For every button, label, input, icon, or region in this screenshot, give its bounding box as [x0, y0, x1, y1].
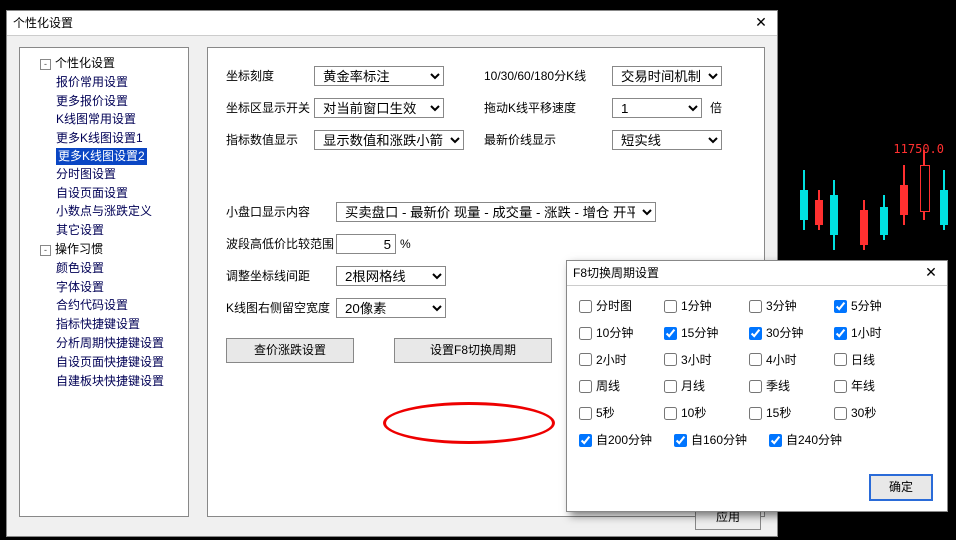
period-grid: 分时图1分钟3分钟5分钟 10分钟15分钟30分钟1小时 2小时3小时4小时日线周线…: [567, 286, 947, 449]
select-drag[interactable]: 1: [612, 98, 702, 118]
period-checkbox[interactable]: 5分钟: [834, 298, 919, 315]
f8-dialog: F8切换周期设置 ✕ 分时图1分钟3分钟5分钟 10分钟15分钟30分钟1小时 2小…: [566, 260, 948, 512]
tree-item[interactable]: 分时图设置: [56, 165, 184, 184]
label-tzzb: 调整坐标线间距: [226, 268, 336, 285]
tree-item[interactable]: 指标快捷键设置: [56, 315, 184, 334]
period-checkbox[interactable]: 年线: [834, 378, 919, 395]
label-xpkxs: 小盘口显示内容: [226, 204, 336, 221]
select-tzzb[interactable]: 2根网格线: [336, 266, 446, 286]
period-checkbox[interactable]: 4小时: [749, 352, 834, 369]
label-drag: 拖动K线平移速度: [484, 100, 612, 117]
btn-ok[interactable]: 确定: [869, 474, 933, 501]
select-1030[interactable]: 交易时间机制: [612, 66, 722, 86]
period-checkbox[interactable]: 季线: [749, 378, 834, 395]
period-checkbox[interactable]: 10分钟: [579, 325, 664, 342]
tree-item[interactable]: 自设页面设置: [56, 184, 184, 203]
label-zbqxkkg: 坐标区显示开关: [226, 100, 314, 117]
select-xpkxs[interactable]: 买卖盘口 - 最新价 现量 - 成交量 - 涨跌 - 增仓 开平: [336, 202, 656, 222]
tree-item[interactable]: 更多K线图设置1: [56, 129, 184, 148]
select-kxylk[interactable]: 20像素: [336, 298, 446, 318]
f8-title: F8切换周期设置: [573, 265, 659, 282]
label-pct: %: [400, 236, 411, 253]
select-zbszxs[interactable]: 显示数值和涨跌小箭头: [314, 130, 464, 150]
dialog-title: 个性化设置: [13, 15, 73, 32]
label-bdgd: 波段高低价比较范围: [226, 236, 336, 253]
nav-tree: -个性化设置报价常用设置更多报价设置K线图常用设置更多K线图设置1更多K线图设置…: [19, 47, 189, 517]
tree-item[interactable]: 字体设置: [56, 278, 184, 297]
highlight-ring: [383, 402, 555, 444]
price-label: 11750.0: [893, 142, 944, 156]
period-checkbox[interactable]: 30分钟: [749, 325, 834, 342]
tree-item[interactable]: 小数点与涨跌定义: [56, 202, 184, 221]
period-checkbox[interactable]: 自240分钟: [769, 432, 864, 449]
label-bei: 倍: [710, 100, 722, 117]
period-checkbox[interactable]: 10秒: [664, 405, 749, 422]
period-checkbox[interactable]: 自200分钟: [579, 432, 674, 449]
titlebar: 个性化设置 ✕: [7, 11, 777, 36]
close-icon[interactable]: ✕: [751, 13, 771, 33]
period-checkbox[interactable]: 月线: [664, 378, 749, 395]
tree-item[interactable]: 自设页面快捷键设置: [56, 353, 184, 372]
btn-cjzd[interactable]: 查价涨跌设置: [226, 338, 354, 363]
period-checkbox[interactable]: 2小时: [579, 352, 664, 369]
close-icon[interactable]: ✕: [921, 263, 941, 283]
select-zbqxkkg[interactable]: 对当前窗口生效: [314, 98, 444, 118]
tree-item[interactable]: 合约代码设置: [56, 296, 184, 315]
period-checkbox[interactable]: 分时图: [579, 298, 664, 315]
period-checkbox[interactable]: 1小时: [834, 325, 919, 342]
tree-item[interactable]: 颜色设置: [56, 259, 184, 278]
tree-item[interactable]: 报价常用设置: [56, 73, 184, 92]
tree-root-2[interactable]: -操作习惯: [40, 240, 184, 259]
label-zbszxs: 指标数值显示: [226, 132, 314, 149]
select-zbkd[interactable]: 黄金率标注: [314, 66, 444, 86]
tree-root-1[interactable]: -个性化设置: [40, 54, 184, 73]
period-checkbox[interactable]: 3分钟: [749, 298, 834, 315]
btn-f8[interactable]: 设置F8切换周期: [394, 338, 552, 363]
tree-item[interactable]: 更多报价设置: [56, 92, 184, 111]
tree-item[interactable]: 其它设置: [56, 221, 184, 240]
period-checkbox[interactable]: 3小时: [664, 352, 749, 369]
label-last: 最新价线显示: [484, 132, 612, 149]
period-checkbox[interactable]: 自160分钟: [674, 432, 769, 449]
period-checkbox[interactable]: 5秒: [579, 405, 664, 422]
period-checkbox[interactable]: 15分钟: [664, 325, 749, 342]
label-kxylk: K线图右侧留空宽度: [226, 300, 336, 317]
select-last[interactable]: 短实线: [612, 130, 722, 150]
label-1030: 10/30/60/180分K线: [484, 68, 612, 85]
tree-item[interactable]: 更多K线图设置2: [56, 148, 147, 165]
tree-item[interactable]: 分析周期快捷键设置: [56, 334, 184, 353]
tree-item[interactable]: K线图常用设置: [56, 110, 184, 129]
period-checkbox[interactable]: 30秒: [834, 405, 919, 422]
period-checkbox[interactable]: 周线: [579, 378, 664, 395]
label-zbkd: 坐标刻度: [226, 68, 314, 85]
period-checkbox[interactable]: 日线: [834, 352, 919, 369]
tree-item[interactable]: 自建板块快捷键设置: [56, 372, 184, 391]
f8-titlebar: F8切换周期设置 ✕: [567, 261, 947, 286]
period-checkbox[interactable]: 15秒: [749, 405, 834, 422]
input-bdgd[interactable]: [336, 234, 396, 254]
period-checkbox[interactable]: 1分钟: [664, 298, 749, 315]
